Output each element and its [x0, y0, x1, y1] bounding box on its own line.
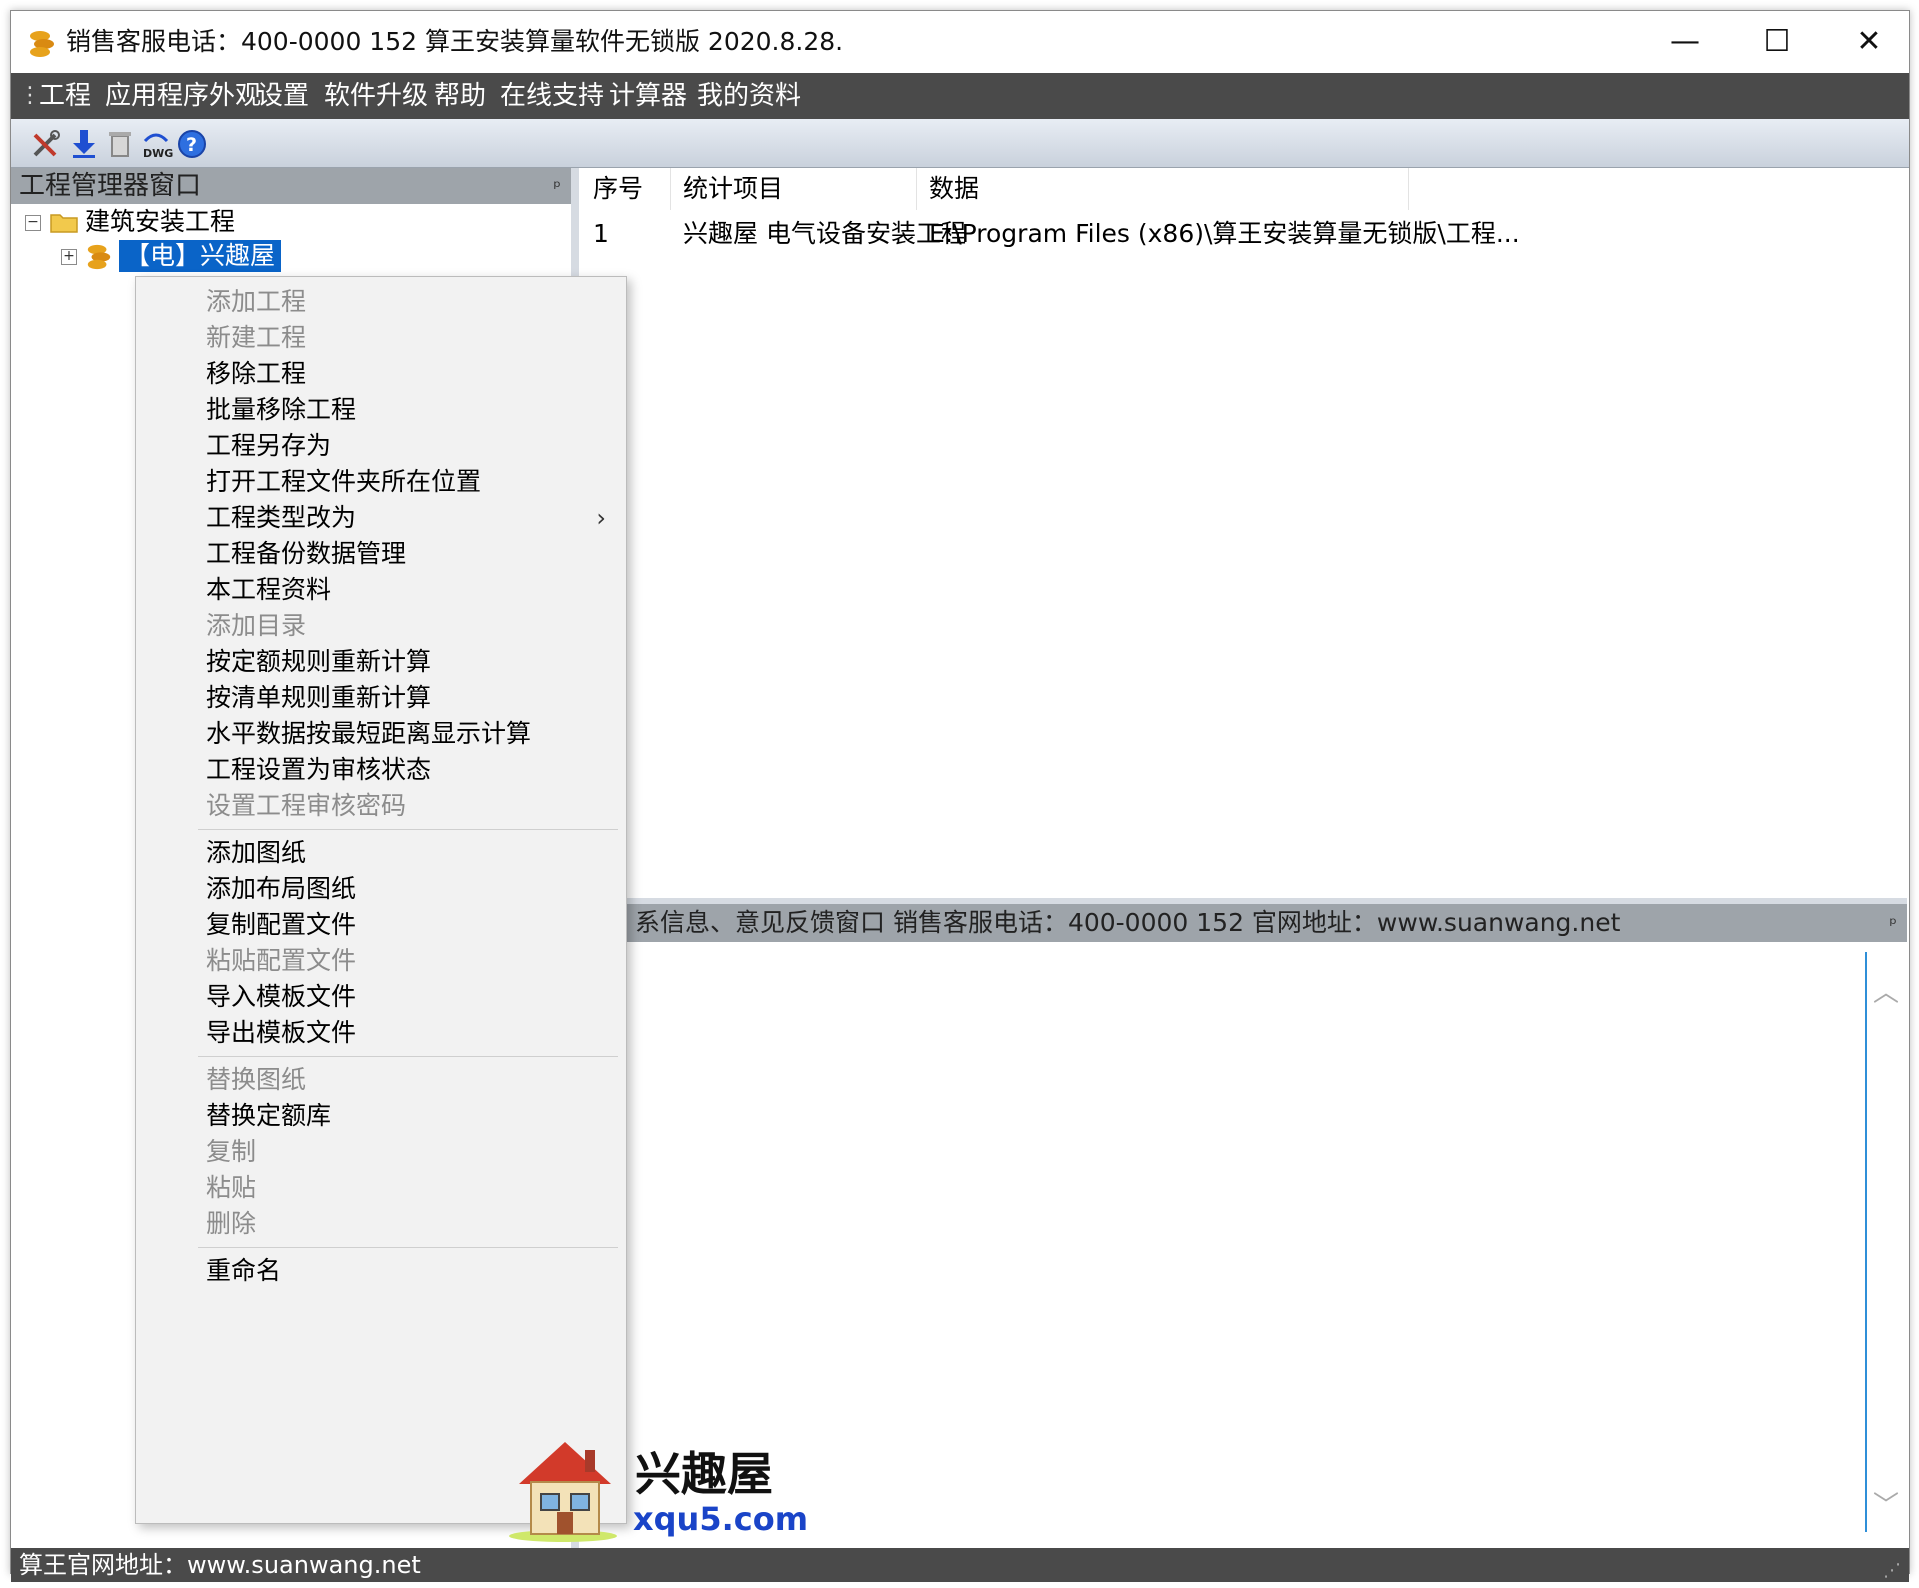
menu-item-set-review[interactable]: 工程设置为审核状态	[136, 750, 626, 790]
maximize-button[interactable]: ☐	[1731, 11, 1823, 73]
menu-separator	[198, 1056, 618, 1057]
menu-item-save-as[interactable]: 工程另存为	[136, 426, 626, 466]
resize-grip-icon[interactable]: ⋰	[1883, 1554, 1901, 1588]
menu-online-support[interactable]: 在线支持	[500, 78, 604, 114]
pin-icon[interactable]: ᵖ	[553, 170, 561, 206]
project-panel-title: 工程管理器窗口	[19, 171, 202, 201]
menu-grip-icon[interactable]: ⋮	[19, 81, 41, 111]
statistics-grid: 序号 统计项目 数据 1 兴趣屋 电气设备安装工程 E:\Program Fil…	[581, 168, 1907, 904]
delete-icon[interactable]	[103, 127, 137, 161]
menu-item-batch-remove[interactable]: 批量移除工程	[136, 390, 626, 430]
house-logo-icon	[509, 1442, 617, 1542]
menu-item-backup-manager[interactable]: 工程备份数据管理	[136, 534, 626, 574]
menu-item-review-password[interactable]: 设置工程审核密码	[136, 786, 626, 826]
watermark-name: 兴趣屋	[635, 1447, 773, 1501]
menu-my-info[interactable]: 我的资料	[697, 78, 801, 114]
tools-icon[interactable]	[29, 127, 63, 161]
menu-item-paste-config[interactable]: 粘贴配置文件	[136, 941, 626, 981]
expand-icon[interactable]: +	[61, 249, 77, 265]
menu-item-paste[interactable]: 粘贴	[136, 1168, 626, 1208]
context-menu: 添加工程 新建工程 移除工程 批量移除工程 工程另存为 打开工程文件夹所在位置 …	[135, 276, 627, 1524]
menu-project[interactable]: 工程	[39, 78, 91, 114]
collapse-icon[interactable]: −	[25, 215, 41, 231]
svg-text:?: ?	[186, 134, 197, 156]
menu-item-delete[interactable]: 删除	[136, 1204, 626, 1244]
title-bar: 销售客服电话：400-0000 152 算王安装算量软件无锁版 2020.8.2…	[11, 11, 1909, 73]
menu-help[interactable]: 帮助	[434, 78, 486, 114]
cell-data: E:\Program Files (x86)\算王安装算量无锁版\工程...	[929, 219, 1520, 248]
menu-item-recalc-quota[interactable]: 按定额规则重新计算	[136, 642, 626, 682]
toolbar: DWG ?	[11, 119, 1909, 168]
info-panel-title: 系信息、意见反馈窗口 销售客服电话：400-0000 152 官网地址：www.…	[635, 908, 1621, 937]
grid-header: 序号 统计项目 数据	[581, 168, 1907, 210]
menu-upgrade[interactable]: 软件升级	[324, 78, 428, 114]
menu-bar: ⋮ 工程 应用程序外观 设置 软件升级 帮助 在线支持 计算器 我的资料	[11, 73, 1909, 119]
tree-label-selected: 【电】兴趣屋	[119, 240, 282, 272]
column-header-data[interactable]: 数据	[917, 168, 1409, 210]
menu-item-add-project[interactable]: 添加工程	[136, 282, 626, 322]
menu-item-replace-quota-lib[interactable]: 替换定额库	[136, 1096, 626, 1136]
menu-item-import-template[interactable]: 导入模板文件	[136, 977, 626, 1017]
project-icon	[87, 244, 111, 270]
help-icon[interactable]: ?	[175, 127, 209, 161]
menu-item-rename[interactable]: 重命名	[136, 1251, 626, 1291]
vertical-scrollbar[interactable]: ︿ ﹀	[1865, 952, 1901, 1532]
menu-item-copy-config[interactable]: 复制配置文件	[136, 905, 626, 945]
pin-icon[interactable]: ᵖ	[1889, 906, 1897, 944]
menu-item-add-directory[interactable]: 添加目录	[136, 606, 626, 646]
folder-icon	[50, 214, 78, 233]
download-arrow-icon[interactable]	[67, 127, 101, 161]
menu-item-recalc-bill[interactable]: 按清单规则重新计算	[136, 678, 626, 718]
menu-item-replace-drawing[interactable]: 替换图纸	[136, 1060, 626, 1100]
menu-item-horizontal-shortest[interactable]: 水平数据按最短距离显示计算	[136, 714, 626, 754]
svg-text:DWG: DWG	[143, 147, 173, 160]
menu-item-add-drawing[interactable]: 添加图纸	[136, 833, 626, 873]
menu-item-add-layout-drawing[interactable]: 添加布局图纸	[136, 869, 626, 909]
menu-item-change-type[interactable]: 工程类型改为 ›	[136, 498, 626, 538]
submenu-arrow-icon: ›	[596, 504, 606, 532]
watermark-url: xqu5.com	[633, 1500, 809, 1538]
cell-item: 兴趣屋 电气设备安装工程	[683, 219, 966, 248]
menu-separator	[198, 1247, 618, 1248]
window-title: 销售客服电话：400-0000 152 算王安装算量软件无锁版 2020.8.2…	[66, 27, 844, 56]
app-logo-icon	[30, 31, 54, 57]
scroll-up-icon[interactable]: ︿	[1873, 972, 1899, 1009]
menu-calculator[interactable]: 计算器	[609, 78, 687, 114]
menu-appearance[interactable]: 应用程序外观	[105, 78, 261, 114]
column-header-item[interactable]: 统计项目	[671, 168, 917, 210]
project-panel-caption: 工程管理器窗口 ᵖ	[11, 168, 571, 204]
menu-item-open-folder[interactable]: 打开工程文件夹所在位置	[136, 462, 626, 502]
minimize-button[interactable]: —	[1639, 11, 1731, 73]
menu-settings[interactable]: 设置	[257, 78, 309, 114]
status-bar: 算王官网地址：www.suanwang.net ⋰	[11, 1548, 1909, 1582]
column-header-index[interactable]: 序号	[581, 168, 671, 210]
menu-item-copy[interactable]: 复制	[136, 1132, 626, 1172]
status-text: 算王官网地址：www.suanwang.net	[19, 1551, 421, 1579]
menu-item-remove-project[interactable]: 移除工程	[136, 354, 626, 394]
cell-index: 1	[593, 219, 609, 248]
menu-item-project-info[interactable]: 本工程资料	[136, 570, 626, 610]
watermark: 兴趣屋 xqu5.com	[505, 1432, 808, 1544]
menu-item-new-project[interactable]: 新建工程	[136, 318, 626, 358]
menu-item-export-template[interactable]: 导出模板文件	[136, 1013, 626, 1053]
tree-label: 建筑安装工程	[85, 207, 236, 236]
close-button[interactable]: ✕	[1823, 11, 1915, 73]
menu-separator	[198, 829, 618, 830]
dwg-icon[interactable]: DWG	[139, 127, 173, 161]
info-panel-caption: 系信息、意见反馈窗口 销售客服电话：400-0000 152 官网地址：www.…	[581, 904, 1907, 942]
scroll-down-icon[interactable]: ﹀	[1873, 1485, 1899, 1522]
